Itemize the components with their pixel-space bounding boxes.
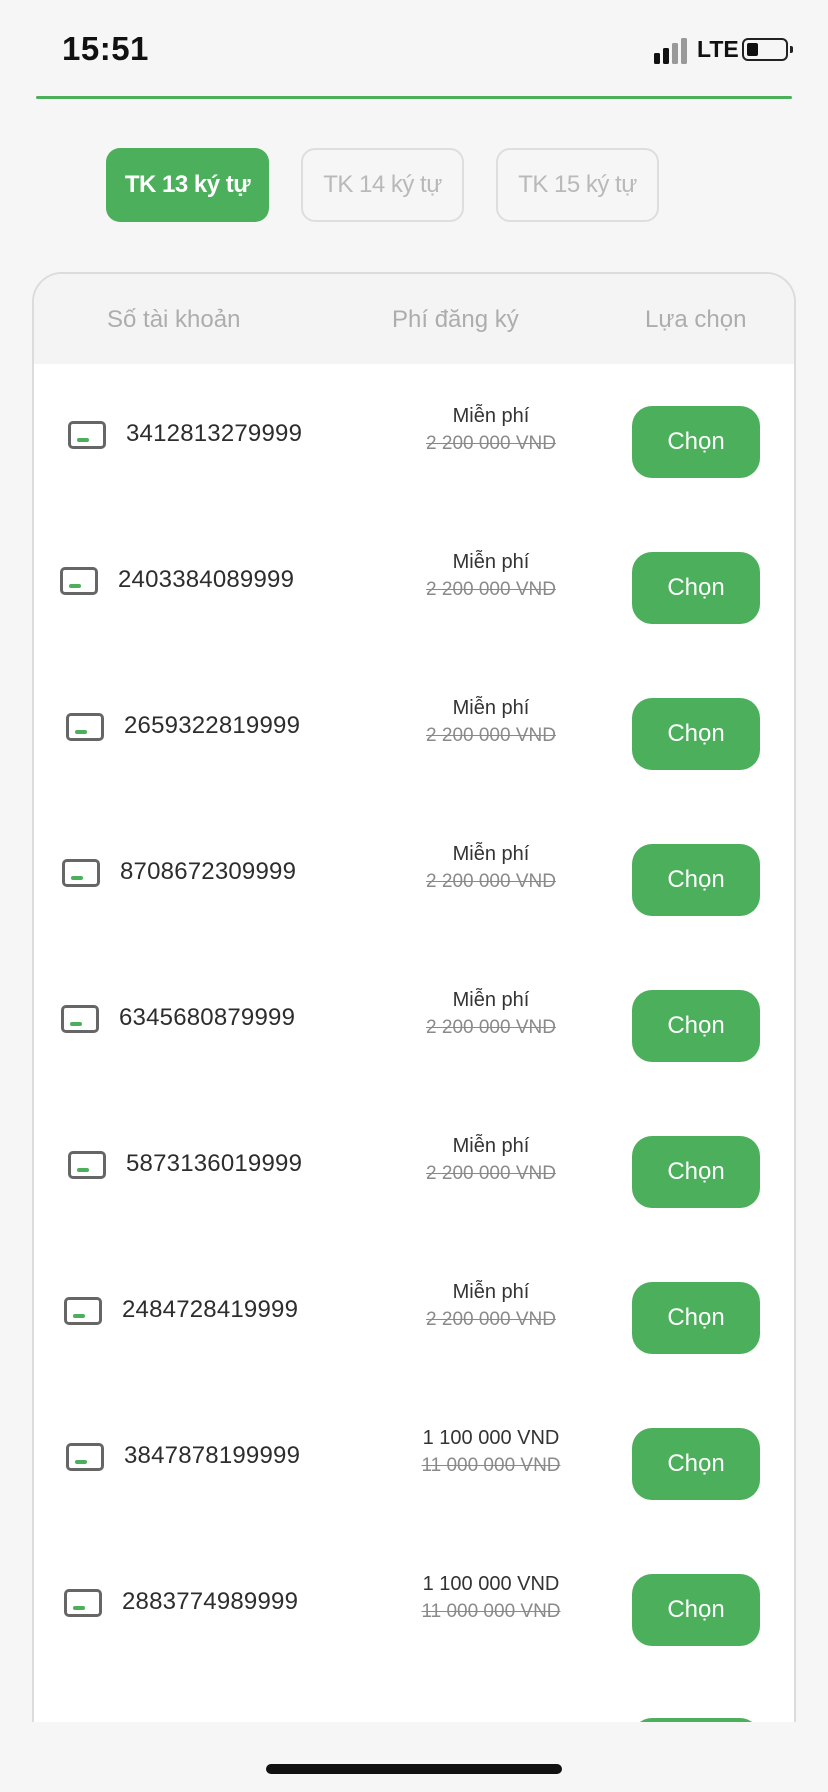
fee-current: Miễn phí (452, 551, 530, 573)
status-bar: 15:51 LTE (0, 0, 828, 96)
fee-cell: 1 100 000 VND 11 000 000 VND (354, 1386, 628, 1480)
fee-original: 11 000 000 VND (421, 1455, 561, 1476)
fee-current: Miễn phí (452, 1135, 530, 1157)
account-number: 6345680879999 (119, 1004, 296, 1031)
battery-icon (742, 38, 793, 61)
fee-current: Miễn phí (452, 1281, 530, 1303)
choose-button[interactable]: Chọn (632, 1136, 760, 1208)
bottom-safe-area (0, 1722, 828, 1792)
network-type-label: LTE (697, 36, 739, 62)
credit-card-icon (64, 1589, 102, 1617)
fee-cell: Miễn phí 2 200 000 VND (354, 1240, 628, 1334)
fee-current: Miễn phí (452, 989, 530, 1011)
home-indicator[interactable] (266, 1764, 562, 1774)
fee-original: 2 200 000 VND (426, 871, 556, 892)
table-row: 2403384089999 Miễn phí 2 200 000 VND Chọ… (34, 510, 794, 656)
fee-original: 2 200 000 VND (426, 579, 556, 600)
account-number: 2659322819999 (124, 712, 301, 739)
fee-cell: 1 100 000 VND 11 000 000 VND (354, 1532, 628, 1626)
account-number: 2883774989999 (122, 1588, 299, 1615)
table-row: 2883774989999 1 100 000 VND 11 000 000 V… (34, 1532, 794, 1678)
fee-current: Miễn phí (452, 405, 530, 427)
table-row: 2484728419999 Miễn phí 2 200 000 VND Chọ… (34, 1240, 794, 1386)
account-table: Số tài khoản Phí đăng ký Lựa chọn 341281… (32, 272, 796, 1792)
credit-card-icon (68, 421, 106, 449)
table-row: 3847878199999 1 100 000 VND 11 000 000 V… (34, 1386, 794, 1532)
fee-original: 2 200 000 VND (426, 1163, 556, 1184)
credit-card-icon (61, 1005, 99, 1033)
account-number: 2403384089999 (118, 566, 295, 593)
fee-cell: Miễn phí 2 200 000 VND (354, 802, 628, 896)
choose-button[interactable]: Chọn (632, 844, 760, 916)
fee-cell: Miễn phí 2 200 000 VND (354, 364, 628, 458)
table-row: 2659322819999 Miễn phí 2 200 000 VND Chọ… (34, 656, 794, 802)
choose-button[interactable]: Chọn (632, 698, 760, 770)
fee-cell: Miễn phí 2 200 000 VND (354, 656, 628, 750)
column-header-fee: Phí đăng ký (392, 306, 519, 333)
table-row: 5873136019999 Miễn phí 2 200 000 VND Chọ… (34, 1094, 794, 1240)
account-number: 8708672309999 (120, 858, 297, 885)
column-header-account: Số tài khoản (107, 306, 241, 333)
choose-button[interactable]: Chọn (632, 990, 760, 1062)
table-header: Số tài khoản Phí đăng ký Lựa chọn (34, 274, 794, 364)
fee-cell: Miễn phí 2 200 000 VND (354, 1094, 628, 1188)
choose-button[interactable]: Chọn (632, 1574, 760, 1646)
table-row: 8708672309999 Miễn phí 2 200 000 VND Chọ… (34, 802, 794, 948)
header-divider (36, 96, 792, 99)
choose-button[interactable]: Chọn (632, 406, 760, 478)
tab-15-digits[interactable]: TK 15 ký tự (496, 148, 659, 222)
fee-current: 1 100 000 VND (422, 1427, 560, 1449)
column-header-choice: Lựa chọn (645, 306, 747, 333)
fee-original: 11 000 000 VND (421, 1601, 561, 1622)
credit-card-icon (60, 567, 98, 595)
choose-button[interactable]: Chọn (632, 1282, 760, 1354)
screen: 15:51 LTE TK 13 ký tự TK 14 ký tự TK 15 … (0, 0, 828, 1792)
table-row: 3412813279999 Miễn phí 2 200 000 VND Chọ… (34, 364, 794, 510)
fee-current: Miễn phí (452, 843, 530, 865)
fee-current: 1 100 000 VND (422, 1573, 560, 1595)
credit-card-icon (66, 713, 104, 741)
account-number: 5873136019999 (126, 1150, 303, 1177)
fee-current: Miễn phí (452, 697, 530, 719)
credit-card-icon (68, 1151, 106, 1179)
credit-card-icon (64, 1297, 102, 1325)
choose-button[interactable]: Chọn (632, 552, 760, 624)
tab-13-digits[interactable]: TK 13 ký tự (106, 148, 269, 222)
fee-original: 2 200 000 VND (426, 1017, 556, 1038)
fee-cell: Miễn phí 2 200 000 VND (354, 948, 628, 1042)
tab-14-digits[interactable]: TK 14 ký tự (301, 148, 464, 222)
table-row: 6345680879999 Miễn phí 2 200 000 VND Chọ… (34, 948, 794, 1094)
fee-original: 2 200 000 VND (426, 725, 556, 746)
account-number: 2484728419999 (122, 1296, 299, 1323)
fee-cell: Miễn phí 2 200 000 VND (354, 510, 628, 604)
choose-button[interactable]: Chọn (632, 1428, 760, 1500)
account-number: 3412813279999 (126, 420, 303, 447)
credit-card-icon (62, 859, 100, 887)
credit-card-icon (66, 1443, 104, 1471)
fee-original: 2 200 000 VND (426, 433, 556, 454)
account-number: 3847878199999 (124, 1442, 301, 1469)
fee-original: 2 200 000 VND (426, 1309, 556, 1330)
status-time: 15:51 (62, 30, 149, 67)
signal-strength-icon (654, 38, 688, 64)
